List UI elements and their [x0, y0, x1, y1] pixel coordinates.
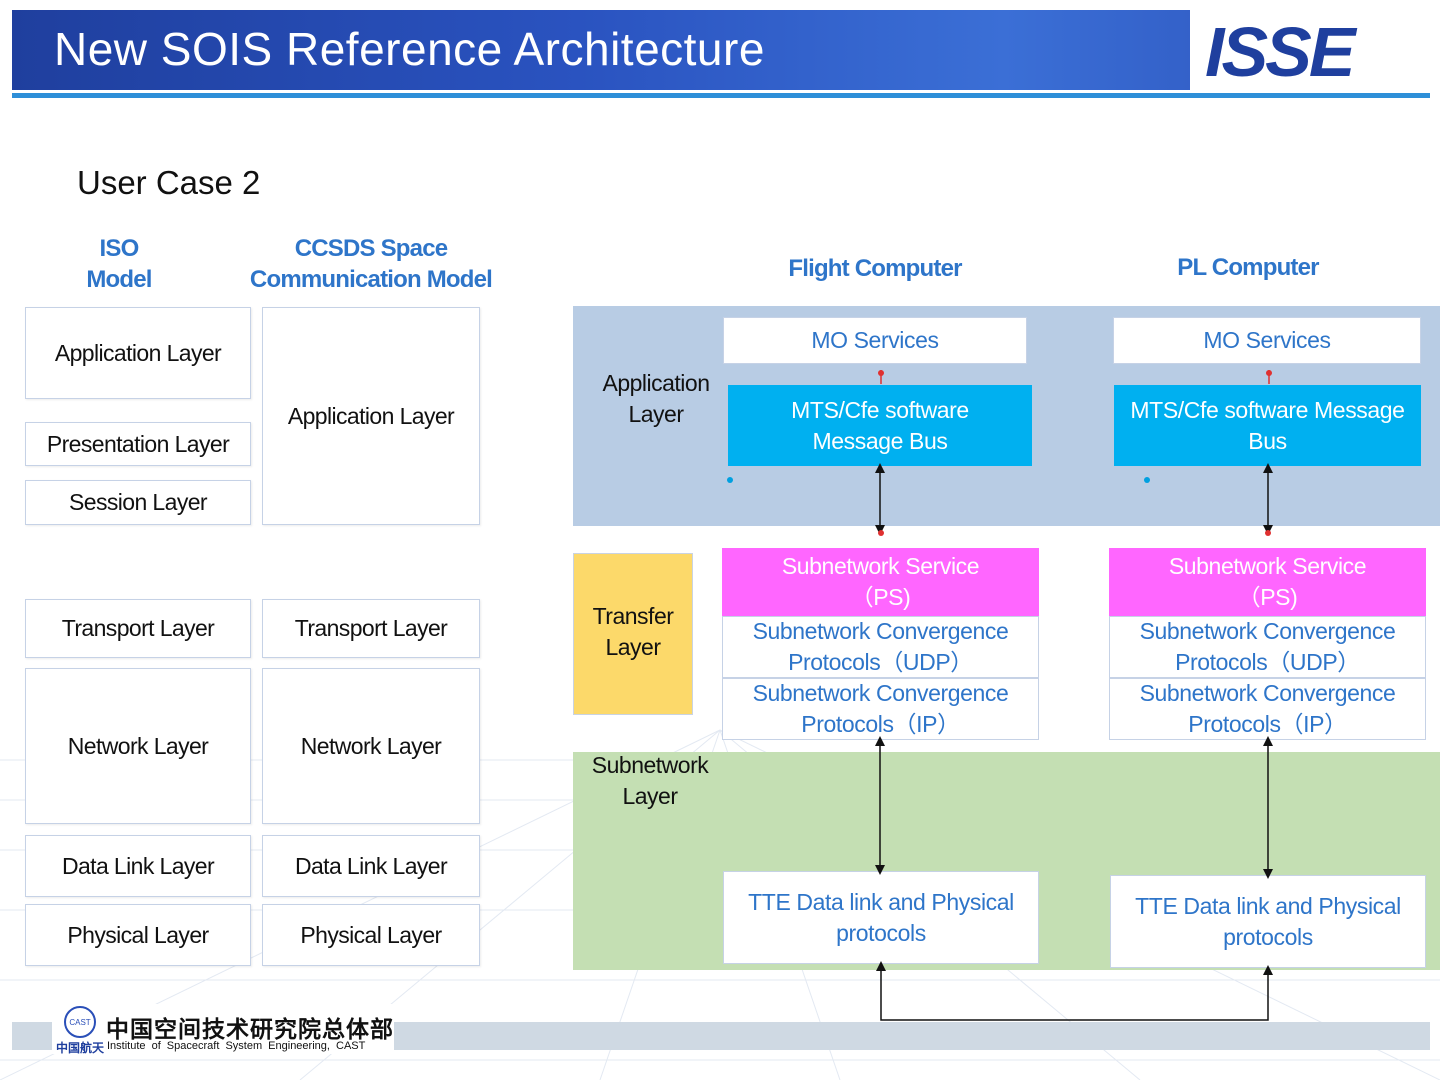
pl-service-line-2: （PS): [1237, 584, 1298, 610]
application-band-label: Application Layer: [590, 368, 722, 430]
slide-title: New SOIS Reference Architecture: [54, 23, 765, 75]
flight-udp-line-2: Protocols（UDP）: [788, 649, 973, 675]
flight-mo-services: MO Services: [723, 317, 1027, 364]
cast-emblem-icon: CAST: [64, 1006, 96, 1038]
flight-service-line-2: （PS): [850, 584, 911, 610]
iso-application-layer: Application Layer: [25, 307, 251, 399]
pl-udp-line-2: Protocols（UDP）: [1175, 649, 1360, 675]
flight-subnetwork-service: Subnetwork Service （PS): [722, 548, 1039, 616]
brand-chinese: 中国航天: [56, 1041, 105, 1055]
org-name-chinese: 中国空间技术研究院总体部: [106, 1016, 394, 1042]
pl-ip-line-2: Protocols（IP）: [1188, 711, 1347, 737]
ccsds-header-line-2: Communication Model: [249, 266, 493, 293]
iso-session-layer: Session Layer: [25, 480, 251, 525]
flight-udp-line-1: Subnetwork Convergence: [752, 618, 1009, 644]
transfer-band-label: Transfer Layer: [573, 601, 693, 663]
pl-bus-line-2: Bus: [1248, 427, 1287, 454]
pl-bus-line-1: MTS/Cfe software Message: [1130, 396, 1405, 423]
iso-data-link-layer: Data Link Layer: [25, 835, 251, 897]
transfer-band-label-line-2: Layer: [605, 634, 661, 660]
pl-subnetwork-service: Subnetwork Service （PS): [1109, 548, 1426, 616]
iso-header-line-2: Model: [86, 266, 152, 293]
iso-transport-layer: Transport Layer: [25, 599, 251, 658]
pl-convergence-ip: Subnetwork Convergence Protocols（IP）: [1109, 678, 1426, 740]
application-band-label-line-1: Application: [602, 370, 710, 396]
pl-tte-line-2: protocols: [1223, 923, 1313, 950]
flight-bus-line-2: Message Bus: [812, 427, 948, 454]
flight-convergence-ip: Subnetwork Convergence Protocols（IP）: [722, 678, 1039, 740]
iso-physical-layer: Physical Layer: [25, 904, 251, 966]
ccsds-network-layer: Network Layer: [262, 668, 480, 824]
pl-tte-protocols: TTE Data link and Physical protocols: [1110, 875, 1426, 968]
header-underline: [12, 93, 1430, 98]
case-title: User Case 2: [77, 164, 261, 201]
ccsds-model-header: CCSDS Space Communication Model: [236, 233, 506, 295]
flight-tte-protocols: TTE Data link and Physical protocols: [723, 871, 1039, 964]
pl-message-bus: MTS/Cfe software Message Bus: [1114, 385, 1421, 466]
pl-mo-services: MO Services: [1113, 317, 1421, 364]
org-name-english: Institute of Spacecraft System Engineeri…: [107, 1040, 366, 1052]
flight-convergence-udp: Subnetwork Convergence Protocols（UDP）: [722, 616, 1039, 678]
isse-logo: ISSE: [1205, 13, 1356, 91]
flight-message-bus: MTS/Cfe software Message Bus: [728, 385, 1032, 466]
flight-computer-header: Flight Computer: [788, 255, 962, 282]
ccsds-physical-layer: Physical Layer: [262, 904, 480, 966]
flight-tte-line-2: protocols: [836, 919, 926, 946]
ccsds-header-line-1: CCSDS Space: [294, 235, 448, 262]
subnetwork-band-label-line-1: Subnetwork: [591, 752, 709, 778]
pl-service-line-1: Subnetwork Service: [1168, 553, 1367, 579]
pl-ip-line-1: Subnetwork Convergence: [1139, 680, 1396, 706]
application-band-label-line-2: Layer: [628, 401, 684, 427]
subnetwork-band-label-line-2: Layer: [622, 783, 678, 809]
iso-network-layer: Network Layer: [25, 668, 251, 824]
flight-ip-line-1: Subnetwork Convergence: [752, 680, 1009, 706]
pl-udp-line-1: Subnetwork Convergence: [1139, 618, 1396, 644]
pl-convergence-udp: Subnetwork Convergence Protocols（UDP）: [1109, 616, 1426, 678]
flight-ip-line-2: Protocols（IP）: [801, 711, 960, 737]
flight-tte-line-1: TTE Data link and Physical: [748, 888, 1014, 915]
iso-presentation-layer: Presentation Layer: [25, 422, 251, 466]
iso-model-header: ISO Model: [24, 233, 214, 295]
transfer-band-label-line-1: Transfer: [592, 603, 674, 629]
pl-computer-header: PL Computer: [1177, 254, 1319, 281]
flight-service-line-1: Subnetwork Service: [781, 553, 980, 579]
subnetwork-band-label: Subnetwork Layer: [580, 750, 720, 812]
pl-tte-line-1: TTE Data link and Physical: [1135, 892, 1401, 919]
iso-header-line-1: ISO: [99, 235, 140, 262]
ccsds-data-link-layer: Data Link Layer: [262, 835, 480, 897]
ccsds-application-layer: Application Layer: [262, 307, 480, 525]
ccsds-transport-layer: Transport Layer: [262, 599, 480, 658]
flight-bus-line-1: MTS/Cfe software: [791, 396, 969, 423]
